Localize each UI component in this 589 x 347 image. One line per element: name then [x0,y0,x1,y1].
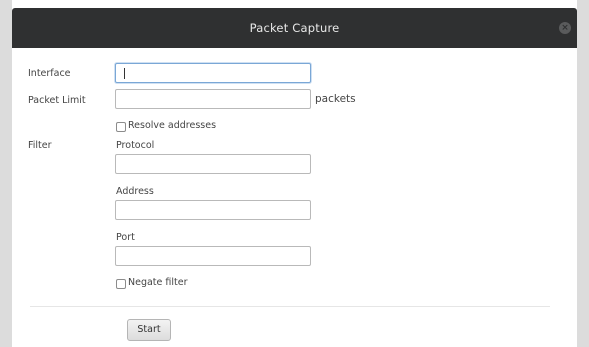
address-input[interactable] [115,200,311,220]
interface-label: Interface [28,68,71,79]
protocol-label: Protocol [116,140,155,151]
text-caret [124,68,125,79]
packets-unit-label: packets [315,93,356,105]
packet-limit-input[interactable] [115,89,311,109]
interface-input[interactable] [115,63,311,83]
negate-filter-checkbox[interactable] [116,279,126,289]
packet-capture-dialog: Packet Capture × Interface Packet Limit … [12,8,577,347]
negate-filter-label: Negate filter [128,277,188,288]
port-label: Port [116,232,135,243]
port-input[interactable] [115,246,311,266]
background-right [577,0,589,347]
close-icon[interactable]: × [559,22,571,34]
resolve-addresses-checkbox[interactable] [116,122,126,132]
divider [30,306,550,307]
resolve-addresses-label: Resolve addresses [128,120,217,131]
dialog-title: Packet Capture [249,21,340,35]
start-button[interactable]: Start [127,319,171,341]
protocol-input[interactable] [115,154,311,174]
filter-label: Filter [28,140,52,151]
dialog-titlebar: Packet Capture × [12,8,577,48]
packet-limit-label: Packet Limit [28,95,86,106]
address-label: Address [116,186,154,197]
background-left [0,0,12,347]
